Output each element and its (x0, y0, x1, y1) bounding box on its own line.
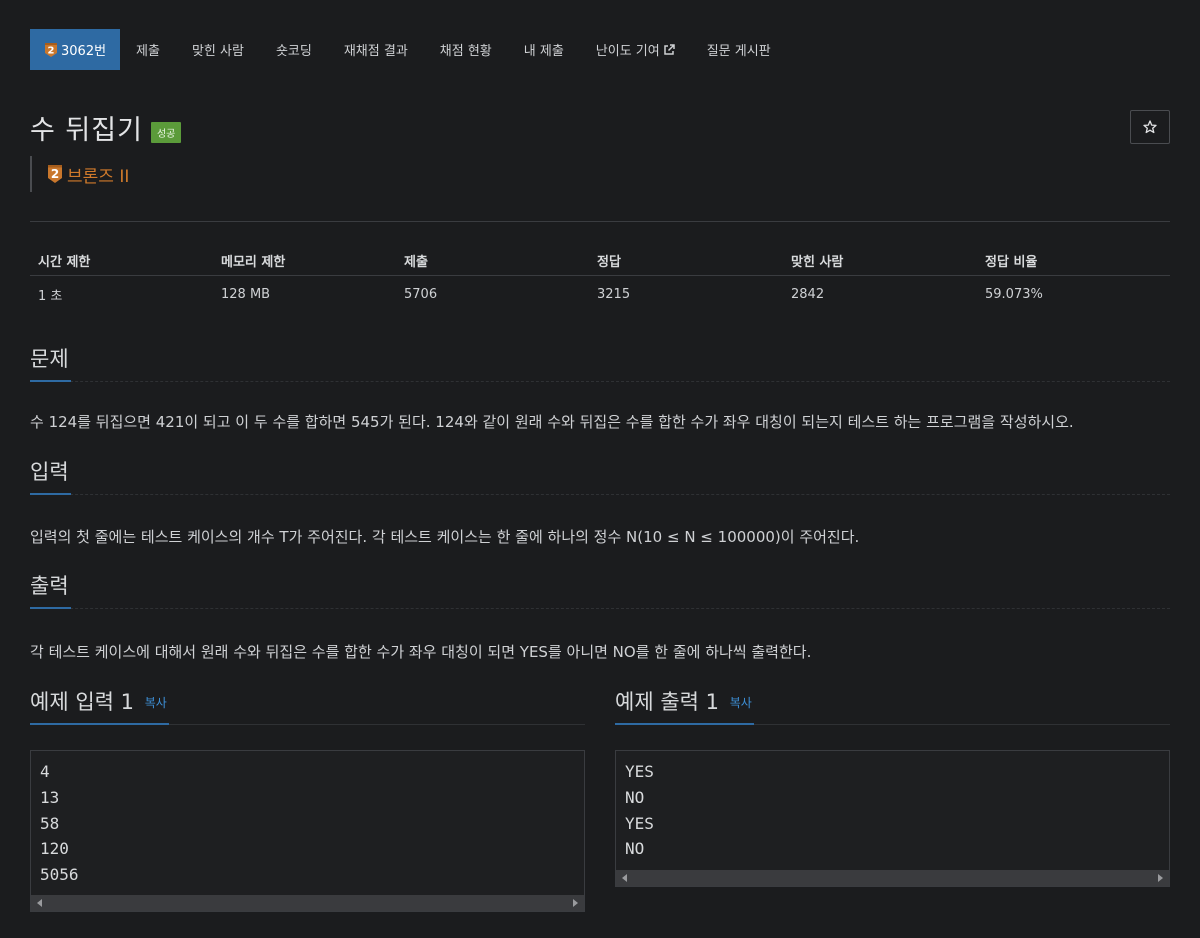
problem-title: 수 뒤집기 (30, 115, 143, 146)
problem-description: 수 124를 뒤집으면 421이 되고 이 두 수를 합하면 545가 된다. … (30, 413, 1074, 431)
horizontal-scrollbar[interactable] (616, 870, 1169, 886)
example-output-heading-text: 예제 출력 1 (615, 690, 719, 714)
input-description: 입력의 첫 줄에는 테스트 케이스의 개수 T가 주어진다. 각 테스트 케이스… (30, 528, 860, 546)
output-section-heading: 출력 (30, 571, 1170, 609)
tab-solved-users-label: 맞힌 사람 (191, 44, 244, 59)
scroll-left-icon[interactable] (622, 874, 627, 882)
external-link-icon (663, 43, 675, 55)
status-badge: 성공 (150, 122, 182, 143)
table-header-row: 시간 제한 메모리 제한 제출 정답 맞힌 사람 정답 비율 (30, 246, 1170, 276)
bronze-tier-icon: 2 (48, 165, 62, 183)
output-heading: 출력 (30, 571, 71, 609)
header-time-limit: 시간 제한 (38, 255, 91, 270)
tab-submit[interactable]: 제출 (120, 29, 176, 70)
tab-judge-status-label: 채점 현황 (439, 44, 492, 59)
problem-heading: 문제 (30, 344, 71, 382)
scroll-right-icon[interactable] (1158, 874, 1163, 882)
time-limit-value: 1 초 (38, 288, 63, 304)
tier-label[interactable]: 브론즈 II (67, 162, 129, 187)
submissions-value: 5706 (404, 286, 438, 302)
problem-nav-tabs: 2 3062번 제출 맞힌 사람 숏코딩 재채점 결과 채점 현황 내 제출 난… (30, 29, 787, 70)
example-input-heading: 예제 입력 1 복사 (30, 687, 169, 725)
header-submissions: 제출 (404, 255, 428, 270)
problem-info-table: 시간 제한 메모리 제한 제출 정답 맞힌 사람 정답 비율 1 초 128 M… (30, 246, 1170, 312)
bronze-tier-icon: 2 (45, 42, 57, 57)
horizontal-scrollbar[interactable] (31, 895, 584, 911)
input-section-heading: 입력 (30, 457, 1170, 495)
example-output-box[interactable]: YES NO YES NO (615, 750, 1170, 887)
tab-judge-status[interactable]: 채점 현황 (424, 29, 508, 70)
example-output-heading-row: 예제 출력 1 복사 (615, 687, 1170, 725)
tab-question-board[interactable]: 질문 게시판 (691, 29, 787, 70)
example-input-heading-row: 예제 입력 1 복사 (30, 687, 585, 725)
star-icon (1143, 120, 1157, 134)
output-description: 각 테스트 케이스에 대해서 원래 수와 뒤집은 수를 합한 수가 좌우 대칭이… (30, 643, 812, 661)
tab-problem[interactable]: 2 3062번 (30, 29, 121, 70)
example-output-heading: 예제 출력 1 복사 (615, 687, 754, 725)
accuracy-value: 59.073% (985, 286, 1043, 302)
accepted-value: 3215 (597, 286, 631, 302)
tab-solved-users[interactable]: 맞힌 사람 (176, 29, 260, 70)
example-input-heading-text: 예제 입력 1 (30, 690, 134, 714)
tab-question-board-label: 질문 게시판 (706, 44, 771, 59)
scroll-left-icon[interactable] (37, 899, 42, 907)
tab-short-coding-label: 숏코딩 (275, 44, 312, 59)
problem-page: 2 3062번 제출 맞힌 사람 숏코딩 재채점 결과 채점 현황 내 제출 난… (0, 0, 1200, 938)
tab-difficulty-contribution-label: 난이도 기여 (595, 44, 660, 59)
problem-title-row: 수 뒤집기 성공 (30, 108, 182, 147)
input-heading: 입력 (30, 457, 71, 495)
tab-my-submissions-label: 내 제출 (523, 44, 564, 59)
tab-rejudge-results-label: 재채점 결과 (343, 44, 408, 59)
header-memory-limit: 메모리 제한 (221, 255, 286, 270)
tab-submit-label: 제출 (136, 44, 160, 59)
example-input-code: 4 13 58 120 5056 (40, 762, 79, 885)
solved-users-value: 2842 (791, 286, 825, 302)
example-output-code: YES NO YES NO (625, 762, 654, 859)
tab-problem-label: 3062번 (61, 44, 107, 59)
problem-tier: 2 브론즈 II (30, 156, 129, 192)
svg-text:2: 2 (51, 167, 59, 181)
tab-my-submissions[interactable]: 내 제출 (508, 29, 580, 70)
memory-limit-value: 128 MB (221, 286, 271, 302)
table-row: 1 초 128 MB 5706 3215 2842 59.073% (30, 276, 1170, 312)
header-solved-users: 맞힌 사람 (791, 255, 844, 270)
tab-rejudge-results[interactable]: 재채점 결과 (328, 29, 424, 70)
header-accepted: 정답 (597, 255, 621, 270)
tab-difficulty-contribution[interactable]: 난이도 기여 (580, 29, 691, 70)
svg-text:2: 2 (48, 45, 55, 56)
copy-input-link[interactable]: 복사 (145, 696, 167, 710)
copy-output-link[interactable]: 복사 (730, 696, 752, 710)
example-input-box[interactable]: 4 13 58 120 5056 (30, 750, 585, 912)
favorite-button[interactable] (1130, 110, 1170, 144)
divider (30, 221, 1170, 222)
header-accuracy: 정답 비율 (985, 255, 1038, 270)
problem-section-heading: 문제 (30, 344, 1170, 382)
tab-short-coding[interactable]: 숏코딩 (260, 29, 328, 70)
scroll-right-icon[interactable] (573, 899, 578, 907)
